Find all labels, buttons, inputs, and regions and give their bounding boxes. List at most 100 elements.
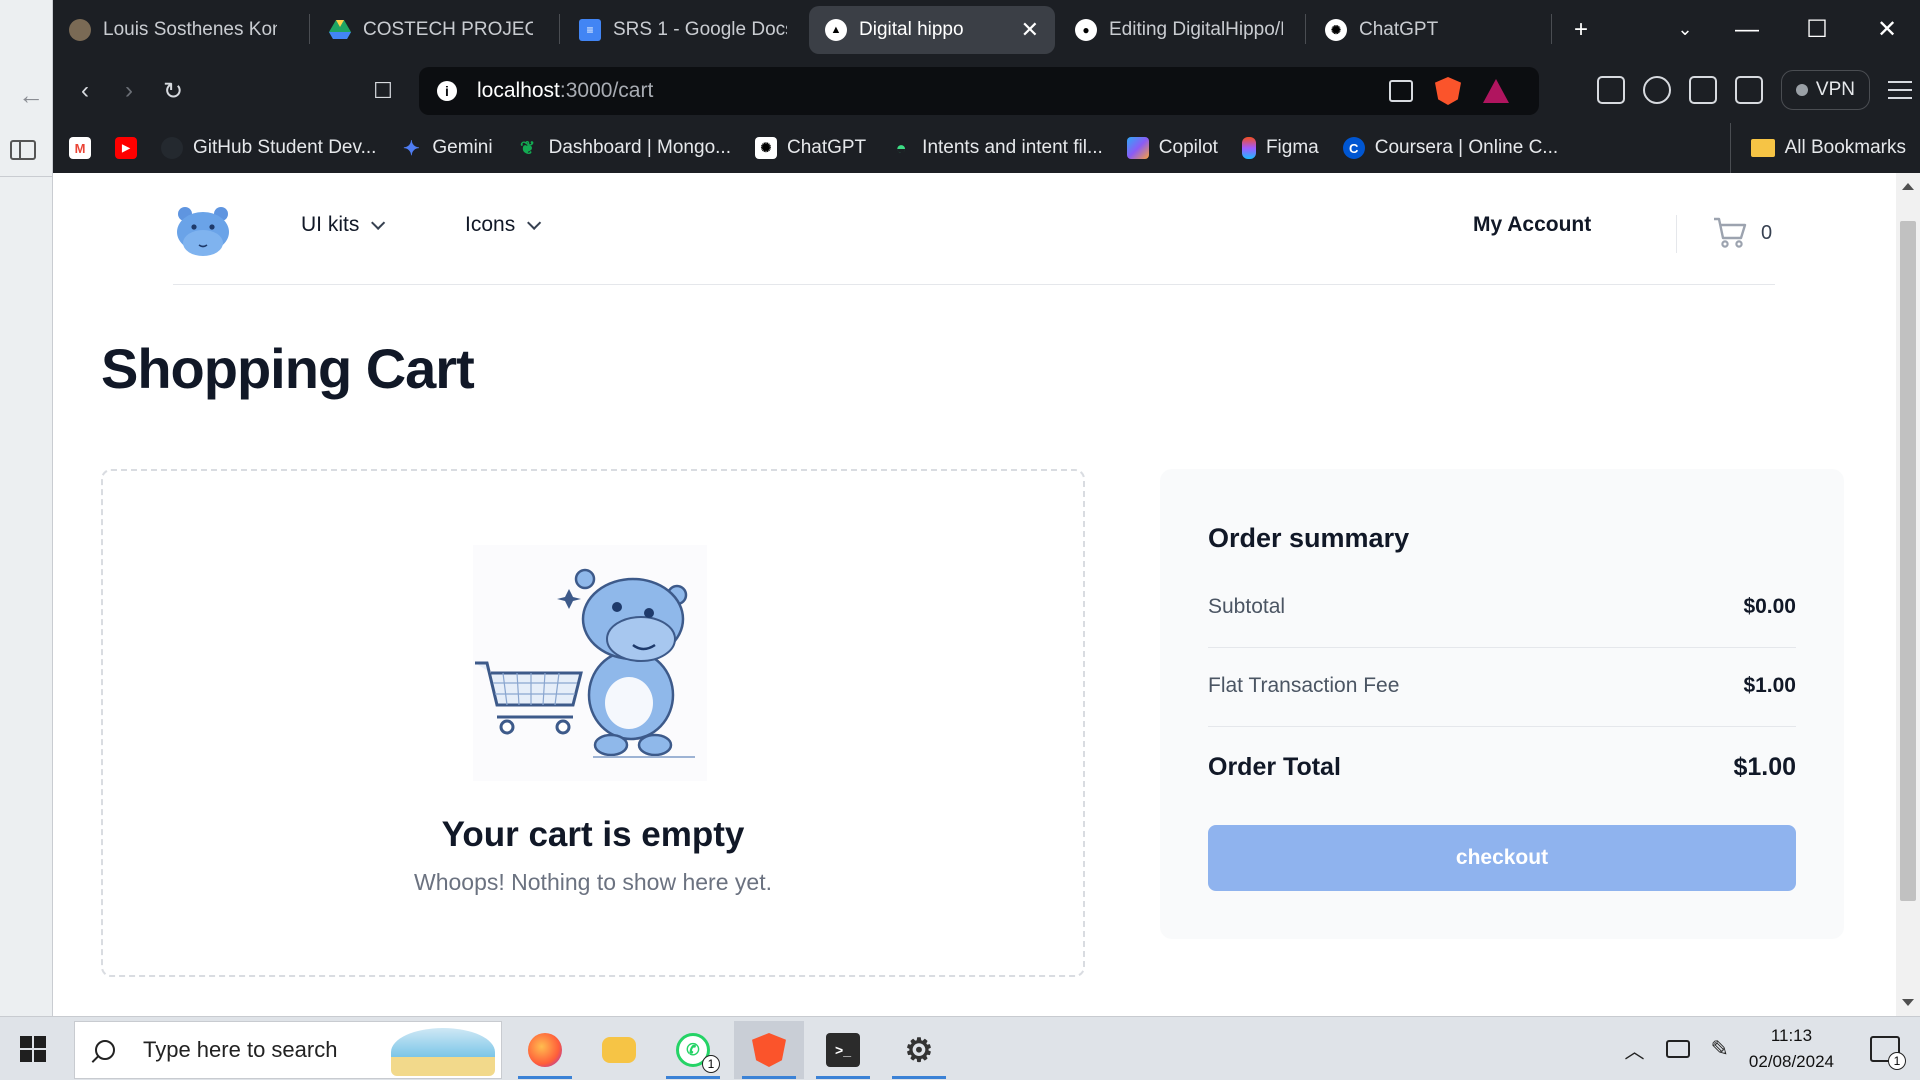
tab-digital-hippo[interactable]: ▲ Digital hippo ✕ [809, 6, 1055, 54]
browser-toolbar: ‹ › ↻ ☐ i localhost:3000/cart VPN [53, 59, 1920, 123]
subtotal-value: $0.00 [1743, 595, 1796, 618]
chatgpt-icon: ✺ [1325, 19, 1347, 41]
tab-costech[interactable]: COSTECH PROJECT1 2 [313, 6, 549, 54]
google-drive-icon [329, 19, 351, 41]
divider [1208, 647, 1796, 648]
android-icon: ◓ [895, 137, 907, 158]
bookmark-coursera[interactable]: C Coursera | Online C... [1342, 137, 1559, 159]
extensions-icon[interactable] [1596, 76, 1625, 104]
total-row: Order Total $1.00 [1208, 753, 1796, 782]
bookmark-gemini[interactable]: ✦ Gemini [400, 137, 493, 160]
taskbar-file-explorer[interactable] [584, 1021, 654, 1079]
address-bar[interactable]: i localhost:3000/cart [419, 67, 1539, 115]
share-icon[interactable] [1389, 80, 1413, 102]
hippo-logo-icon[interactable] [173, 205, 233, 257]
taskbar-firefox[interactable] [510, 1021, 580, 1079]
taskbar-settings[interactable]: ⚙ [884, 1021, 954, 1079]
forward-icon[interactable]: › [111, 73, 147, 109]
sidebar-toggle-icon[interactable] [10, 140, 36, 160]
network-icon[interactable] [1666, 1040, 1691, 1058]
divider [1676, 215, 1677, 253]
bookmark-figma[interactable]: Figma [1241, 137, 1319, 159]
page-scrollbar[interactable] [1896, 173, 1920, 1016]
bookmark-label: Intents and intent fil... [922, 137, 1103, 158]
nav-ui-kits[interactable]: UI kits [301, 213, 386, 237]
terminal-icon: >_ [826, 1033, 860, 1067]
subtotal-label: Subtotal [1208, 595, 1286, 618]
profile-icon [69, 19, 91, 41]
github-icon [161, 137, 183, 159]
taskbar-brave[interactable] [734, 1021, 804, 1079]
url-path: :3000/cart [559, 79, 654, 102]
bookmark-label: GitHub Student Dev... [193, 137, 377, 158]
bookmark-github-student[interactable]: GitHub Student Dev... [161, 137, 376, 159]
tab-chatgpt[interactable]: ✺ ChatGPT [1309, 6, 1509, 54]
taskbar-clock[interactable]: 11:13 02/08/2024 [1749, 1023, 1834, 1075]
tab-title: SRS 1 - Google Docs [613, 19, 787, 40]
search-highlight-image [391, 1028, 495, 1076]
notification-center-icon[interactable]: 1 [1870, 1036, 1906, 1070]
nav-icons[interactable]: Icons [465, 213, 542, 237]
cart-button[interactable]: 0 [1713, 217, 1772, 249]
all-bookmarks-label: All Bookmarks [1784, 137, 1906, 158]
checkout-button[interactable]: checkout [1208, 825, 1796, 891]
cart-count: 0 [1761, 221, 1773, 244]
minimize-icon[interactable]: — [1717, 0, 1777, 59]
back-icon[interactable]: ‹ [67, 73, 103, 109]
brave-shields-icon[interactable] [1435, 77, 1461, 105]
new-tab-button[interactable]: + [1551, 0, 1611, 59]
bookmark-youtube[interactable]: ▶ [115, 137, 137, 159]
my-account-link[interactable]: My Account [1473, 213, 1591, 237]
scroll-up-icon[interactable] [1902, 183, 1914, 190]
bookmark-copilot[interactable]: Copilot [1126, 137, 1218, 159]
tab-title: ChatGPT [1359, 19, 1439, 40]
figma-icon [1241, 137, 1256, 159]
taskbar-search-box[interactable]: Type here to search [74, 1021, 502, 1079]
wallet-icon[interactable] [1734, 76, 1763, 104]
tab-github-editing[interactable]: ● Editing DigitalHippo/R [1059, 6, 1299, 54]
url-text[interactable]: localhost:3000/cart [477, 79, 653, 103]
bookmark-android-intents[interactable]: ◓ Intents and intent fil... [890, 137, 1103, 159]
background-window-edge: ← [0, 0, 53, 1016]
fee-value: $1.00 [1743, 674, 1796, 697]
github-icon: ● [1075, 19, 1097, 41]
vpn-button[interactable]: VPN [1780, 70, 1870, 110]
bookmark-label: ChatGPT [786, 137, 867, 158]
brave-rewards-icon[interactable] [1483, 79, 1509, 103]
all-bookmarks[interactable]: All Bookmarks [1729, 123, 1906, 173]
bookmarks-bar: M ▶ GitHub Student Dev... ✦ Gemini ❦ Dashb… [53, 123, 1920, 173]
close-tab-icon[interactable]: ✕ [1021, 17, 1039, 43]
reload-icon[interactable]: ↻ [155, 73, 191, 109]
bookmark-chatgpt[interactable]: ✺ ChatGPT [754, 137, 867, 159]
bookmark-mongodb[interactable]: ❦ Dashboard | Mongo... [517, 137, 731, 159]
tab-louis[interactable]: Louis Sosthenes Kony [53, 6, 293, 54]
tab-srs-docs[interactable]: ≡ SRS 1 - Google Docs [563, 6, 803, 54]
sidebar-icon[interactable] [1688, 76, 1717, 104]
scrollbar-thumb[interactable] [1900, 221, 1916, 901]
mongodb-icon: ❦ [520, 137, 536, 158]
taskbar-terminal[interactable]: >_ [808, 1021, 878, 1079]
tab-strip: Louis Sosthenes Kony COSTECH PROJECT1 2 … [53, 0, 1920, 59]
menu-icon[interactable] [1888, 81, 1912, 99]
back-arrow-icon[interactable]: ← [18, 80, 44, 111]
new-tab-label: + [1573, 15, 1588, 43]
chevron-down-icon [527, 215, 542, 230]
system-tray: ︿ ✎ 11:13 02/08/2024 1 [1624, 1017, 1920, 1080]
bookmark-gmail[interactable]: M [69, 137, 91, 159]
windows-start-icon[interactable] [20, 1036, 46, 1062]
scroll-down-icon[interactable] [1902, 999, 1914, 1006]
bookmark-label: Coursera | Online C... [1374, 137, 1559, 158]
divider [1208, 726, 1796, 727]
speedreader-icon[interactable] [1642, 76, 1671, 104]
bookmark-label: Copilot [1158, 137, 1218, 158]
chevron-up-icon[interactable]: ︿ [1624, 1035, 1644, 1064]
pen-icon[interactable]: ✎ [1710, 1036, 1728, 1062]
search-placeholder: Type here to search [143, 1037, 338, 1062]
site-info-icon[interactable]: i [437, 81, 457, 101]
taskbar-whatsapp[interactable]: ✆ 1 [658, 1021, 728, 1079]
google-docs-icon: ≡ [579, 19, 601, 41]
bookmark-icon[interactable]: ☐ [365, 73, 401, 109]
maximize-icon[interactable]: ☐ [1787, 0, 1847, 59]
tab-search-chevron-icon[interactable]: ⌄ [1655, 0, 1715, 59]
close-window-icon[interactable]: ✕ [1857, 0, 1917, 59]
